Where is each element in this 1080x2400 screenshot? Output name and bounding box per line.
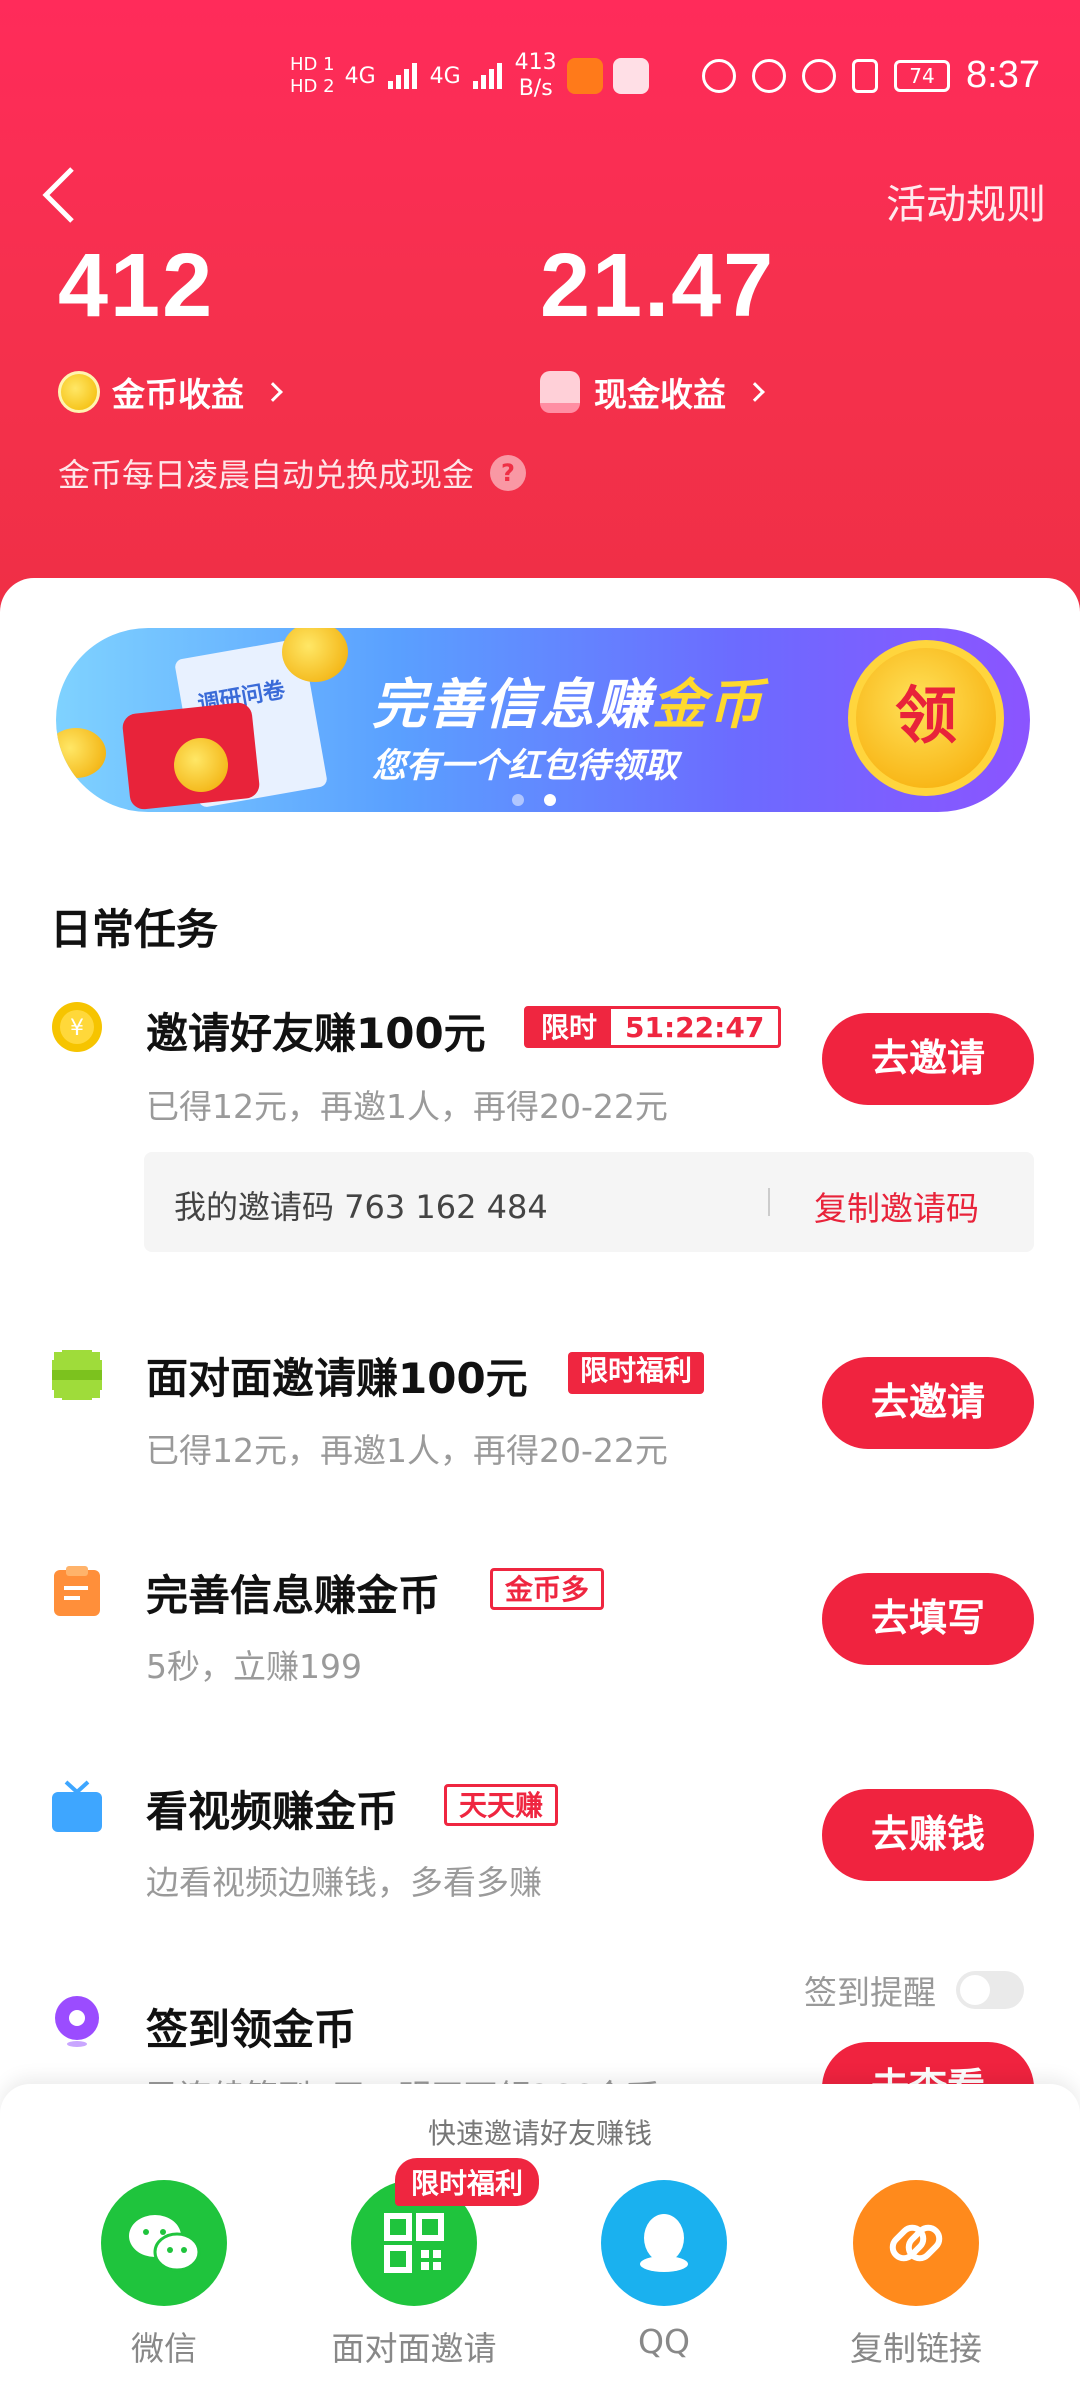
alarm-icon xyxy=(802,58,837,93)
task-tag: 天天赚 xyxy=(444,1784,559,1826)
wechat-icon xyxy=(101,2180,227,2306)
limited-offer-badge: 限时福利 xyxy=(395,2158,540,2206)
eye-comfort-icon xyxy=(752,58,787,93)
svg-text:¥: ¥ xyxy=(70,1016,84,1041)
coin-earnings-link[interactable]: 金币收益 xyxy=(58,368,283,416)
activity-rules-link[interactable]: 活动规则 xyxy=(886,172,1046,230)
pagination-dot-active xyxy=(544,794,556,806)
help-icon[interactable]: ? xyxy=(490,455,527,491)
invite-code-box: 我的邀请码 763 162 484 复制邀请码 xyxy=(144,1152,1034,1252)
invite-code-text: 我的邀请码 763 162 484 xyxy=(174,1188,548,1226)
banner-title-main: 完善信息赚 xyxy=(372,673,652,736)
network-2-label: 4G xyxy=(429,63,461,89)
coin-decoration-icon xyxy=(282,628,348,682)
cash-earnings-link[interactable]: 现金收益 xyxy=(540,368,765,416)
cash-value: 21.47 xyxy=(540,236,776,336)
qq-icon xyxy=(601,2180,727,2306)
task-desc: 已得12元，再邀1人，再得20-22元 xyxy=(146,1087,668,1126)
divider xyxy=(768,1188,770,1216)
task-name: 看视频赚金币 xyxy=(146,1787,399,1836)
wallet-icon xyxy=(540,371,580,413)
task-name: 完善信息赚金币 xyxy=(146,1571,441,1620)
vibrate-icon xyxy=(852,58,879,93)
signin-reminder-toggle[interactable] xyxy=(956,1971,1024,2009)
share-copy-link[interactable]: 复制链接 xyxy=(826,2180,1006,2370)
task-name: 邀请好友赚100元 xyxy=(146,1009,486,1058)
banner-title: 完善信息赚金币 xyxy=(372,660,764,739)
share-face-to-face[interactable]: 面对面邀请 xyxy=(324,2180,504,2370)
status-right: 74 8:37 xyxy=(702,54,1040,97)
coin-earnings-label: 金币收益 xyxy=(112,375,244,414)
exchange-hint-text: 金币每日凌晨自动兑换成现金 xyxy=(58,456,475,494)
claim-coin-button[interactable]: 领 xyxy=(848,640,1004,796)
chevron-right-icon xyxy=(745,382,765,402)
net-speed-unit: B/s xyxy=(518,76,553,101)
countdown-timer: 51:22:47 xyxy=(625,1011,765,1044)
coin-decoration-icon xyxy=(56,728,106,778)
fill-info-button[interactable]: 去填写 xyxy=(822,1573,1034,1665)
link-icon xyxy=(853,2180,979,2306)
network-1-label: 4G xyxy=(344,63,376,89)
task-name: 面对面邀请赚100元 xyxy=(146,1354,528,1403)
coin-icon xyxy=(58,371,100,413)
location-icon xyxy=(55,1996,99,2047)
limited-timer-tag: 限时 51:22:47 xyxy=(524,1006,782,1048)
coin-icon: ¥ xyxy=(52,1002,102,1052)
earn-money-button[interactable]: 去赚钱 xyxy=(822,1789,1034,1881)
app-notification-icon xyxy=(566,58,603,94)
sim2-label: HD 2 xyxy=(290,76,335,97)
task-name: 签到领金币 xyxy=(146,2005,357,2054)
task-tag: 限时福利 xyxy=(568,1352,705,1394)
invite-face-to-face-button[interactable]: 去邀请 xyxy=(822,1357,1034,1449)
signin-reminder-label: 签到提醒 xyxy=(804,1973,936,2012)
share-label: 面对面邀请 xyxy=(331,2329,497,2368)
task-desc: 已得12元，再邀1人，再得20-22元 xyxy=(146,1431,668,1470)
banner-pagination xyxy=(512,794,556,806)
clock: 8:37 xyxy=(966,54,1040,96)
task-desc: 5秒，立赚199 xyxy=(146,1647,362,1686)
task-desc: 边看视频边赚钱，多看多赚 xyxy=(146,1863,542,1902)
coin-decoration-icon xyxy=(174,738,228,792)
promo-banner[interactable]: 调研问卷 完善信息赚金币 您有一个红包待领取 领 xyxy=(56,628,1030,812)
share-wechat[interactable]: 微信 xyxy=(74,2180,254,2370)
coins-value: 412 xyxy=(58,236,215,336)
battery-icon: 74 xyxy=(894,59,951,92)
scan-icon xyxy=(50,1348,104,1402)
cash-earnings-label: 现金收益 xyxy=(594,375,726,414)
status-left: HD 1 HD 2 4G 4G 413 B/s xyxy=(290,50,649,102)
invite-button[interactable]: 去邀请 xyxy=(822,1013,1034,1105)
section-title: 日常任务 xyxy=(50,905,219,954)
nfc-icon xyxy=(702,58,737,93)
net-speed: 413 B/s xyxy=(515,50,557,102)
task-tag: 金币多 xyxy=(490,1568,605,1610)
book-notification-icon xyxy=(612,58,649,94)
signin-reminder: 签到提醒 xyxy=(804,1966,1024,2014)
limited-tag-label: 限时 xyxy=(527,1009,612,1045)
share-qq[interactable]: QQ xyxy=(574,2180,754,2361)
share-title: 快速邀请好友赚钱 xyxy=(427,2117,652,2150)
pagination-dot xyxy=(512,794,524,806)
sim1-label: HD 1 xyxy=(290,54,335,75)
share-label: 微信 xyxy=(131,2329,197,2368)
net-speed-value: 413 xyxy=(514,50,557,75)
signal-icon xyxy=(472,63,502,89)
share-label: QQ xyxy=(638,2322,690,2361)
share-label: 复制链接 xyxy=(850,2329,982,2368)
banner-subtitle: 您有一个红包待领取 xyxy=(372,746,678,786)
back-arrow-icon[interactable] xyxy=(40,165,80,225)
status-bar: HD 1 HD 2 4G 4G 413 B/s 74 8:37 xyxy=(0,40,1080,120)
clipboard-icon xyxy=(54,1566,100,1616)
signal-icon xyxy=(387,63,417,89)
copy-invite-code-button[interactable]: 复制邀请码 xyxy=(814,1182,979,1230)
chevron-right-icon xyxy=(263,382,283,402)
banner-title-accent: 金币 xyxy=(652,673,764,736)
tv-icon xyxy=(52,1780,102,1832)
exchange-hint: 金币每日凌晨自动兑换成现金 ? xyxy=(58,450,527,496)
